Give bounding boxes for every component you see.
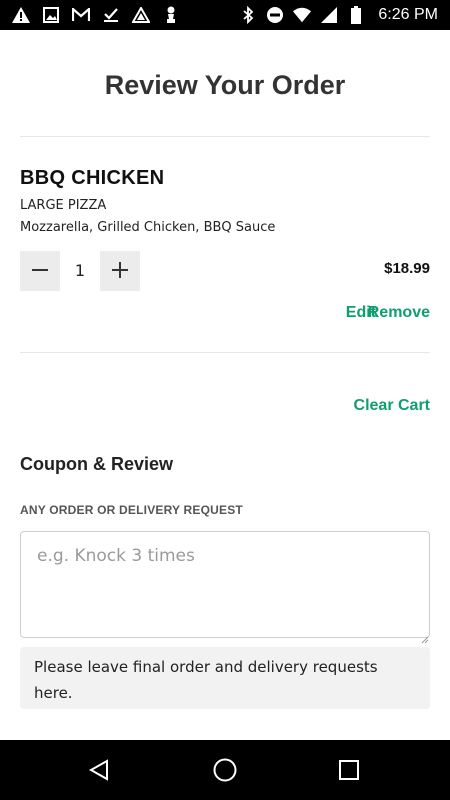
plus-icon	[111, 261, 129, 282]
clear-cart-link[interactable]: Clear Cart	[354, 397, 430, 415]
item-size: LARGE PIZZA	[20, 198, 107, 213]
increase-quantity-button[interactable]	[100, 251, 140, 291]
section-title: Coupon & Review	[20, 454, 174, 474]
page-title: Review Your Order	[104, 70, 346, 100]
warning-icon	[12, 6, 30, 24]
item-toppings: Mozzarella, Grilled Chicken, BBQ Sauce	[20, 220, 276, 235]
item-price: $18.99	[384, 260, 430, 277]
gmail-icon	[72, 6, 90, 24]
request-field-label: ANY ORDER OR DELIVERY REQUEST	[20, 503, 243, 517]
signal-icon	[320, 6, 338, 24]
item-divider	[20, 352, 430, 353]
title-divider	[20, 136, 430, 137]
battery-icon	[347, 6, 365, 24]
chess-pawn-icon	[162, 6, 180, 24]
item-name: BBQ CHICKEN	[20, 167, 165, 189]
do-not-disturb-icon	[266, 6, 284, 24]
resize-grip-icon[interactable]	[421, 629, 429, 644]
remove-item-link[interactable]: Remove	[368, 304, 430, 322]
back-icon[interactable]	[84, 755, 114, 785]
request-note: Please leave final order and delivery re…	[20, 647, 430, 709]
system-icons: 6:26 PM	[239, 6, 450, 24]
checkmark-download-icon	[102, 6, 120, 24]
bluetooth-icon	[239, 6, 257, 24]
wifi-icon	[293, 6, 312, 24]
notification-icons	[0, 6, 180, 24]
order-request-input[interactable]	[20, 531, 430, 638]
image-icon	[42, 6, 60, 24]
status-bar: 6:26 PM	[0, 0, 450, 30]
minus-icon	[31, 261, 49, 282]
home-icon[interactable]	[210, 755, 240, 785]
decrease-quantity-button[interactable]	[20, 251, 60, 291]
triangle-app-icon	[132, 6, 150, 24]
navigation-bar	[0, 740, 450, 800]
status-time: 6:26 PM	[378, 6, 438, 23]
recent-apps-icon[interactable]	[334, 755, 364, 785]
quantity-value: 1	[74, 261, 86, 280]
